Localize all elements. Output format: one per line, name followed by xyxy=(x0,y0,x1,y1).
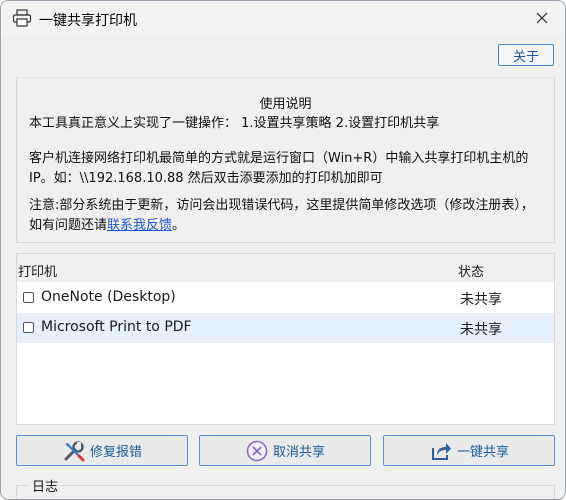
column-header-status[interactable]: 状态 xyxy=(458,261,484,280)
printer-status: 未共享 xyxy=(460,322,502,338)
about-button[interactable]: 关于 xyxy=(498,44,554,66)
cancel-circle-icon xyxy=(245,439,269,463)
share-button[interactable]: 一键共享 xyxy=(383,435,555,466)
wrench-screwdriver-icon xyxy=(62,439,86,463)
printer-name: Microsoft Print to PDF xyxy=(41,319,192,335)
usage-line-2: 客户机连接网络打印机最简单的方式就是运行窗口（Win+R）中输入共享打印机主机的… xyxy=(29,151,529,186)
printer-table: 打印机 状态 OneNote (Desktop) 未共享 Microsoft P… xyxy=(16,253,555,425)
title-bar: 一键共享打印机 xyxy=(1,1,565,35)
share-button-label: 一键共享 xyxy=(456,445,509,460)
log-group xyxy=(16,485,555,499)
app-window: 一键共享打印机 关于 使用说明 本工具真正意义上实现了一键操作： 1.设置共享策… xyxy=(0,0,566,500)
log-label: 日志 xyxy=(29,476,62,495)
cancel-share-button-label: 取消共享 xyxy=(272,445,325,460)
usage-line-3-text: 注意:部分系统由于更新，访问会出现错误代码，这里提供简单修改选项（修改注册表），… xyxy=(29,198,534,233)
repair-button[interactable]: 修复报错 xyxy=(16,435,188,466)
share-arrow-icon xyxy=(429,439,453,463)
close-icon xyxy=(536,12,548,24)
cancel-share-button[interactable]: 取消共享 xyxy=(199,435,371,466)
row-checkbox[interactable] xyxy=(23,322,34,333)
close-button[interactable] xyxy=(519,1,565,35)
window-title: 一键共享打印机 xyxy=(39,13,137,29)
printer-status: 未共享 xyxy=(460,292,502,308)
repair-button-label: 修复报错 xyxy=(89,445,142,460)
table-row[interactable]: OneNote (Desktop) 未共享 xyxy=(17,283,554,313)
usage-line-3-suffix: 。 xyxy=(172,218,186,233)
usage-title: 使用说明 xyxy=(259,97,312,112)
usage-line-3: 注意:部分系统由于更新，访问会出现错误代码，这里提供简单修改选项（修改注册表），… xyxy=(29,196,545,236)
printer-icon xyxy=(12,9,32,27)
usage-panel: 使用说明 本工具真正意义上实现了一键操作： 1.设置共享策略 2.设置打印机共享… xyxy=(16,77,555,243)
row-checkbox[interactable] xyxy=(23,292,34,303)
table-row[interactable]: Microsoft Print to PDF 未共享 xyxy=(17,313,554,343)
contact-feedback-link[interactable]: 联系我反馈 xyxy=(107,218,172,233)
column-header-printer[interactable]: 打印机 xyxy=(18,261,57,280)
table-header: 打印机 状态 xyxy=(17,254,554,282)
printer-name: OneNote (Desktop) xyxy=(41,289,176,305)
usage-line-1: 本工具真正意义上实现了一键操作： 1.设置共享策略 2.设置打印机共享 xyxy=(29,116,440,131)
